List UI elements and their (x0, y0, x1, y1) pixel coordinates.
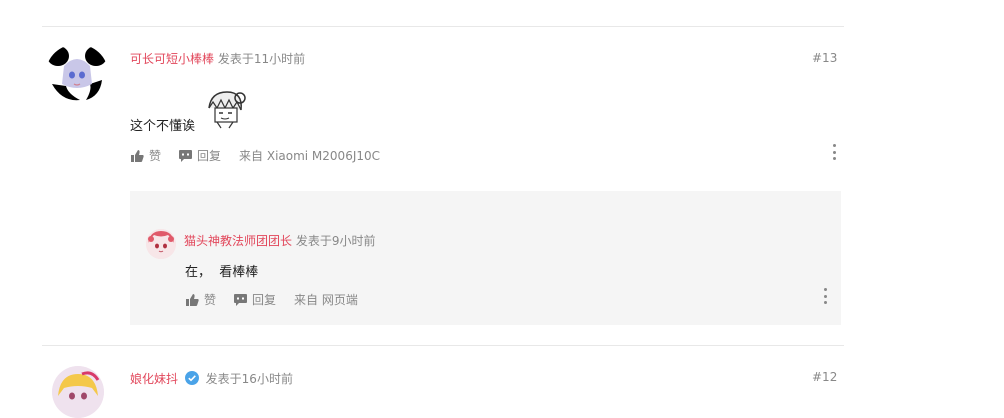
like-button[interactable]: 赞 (186, 291, 216, 308)
username-link[interactable]: 可长可短小棒棒 (130, 52, 214, 66)
comment-divider (42, 26, 844, 27)
floor-number[interactable]: #13 (812, 51, 837, 65)
avatar[interactable] (52, 366, 104, 418)
reply-button[interactable]: 回复 (234, 291, 276, 308)
reply-meta: 猫头神教法师团团长 发表于9小时前 (184, 232, 375, 249)
thumbs-up-icon (131, 149, 144, 162)
comment-text: 这个不懂诶 (130, 119, 196, 134)
reply-button[interactable]: 回复 (179, 147, 221, 164)
username-link[interactable]: 娘化妹抖 (130, 372, 178, 386)
post-time: 发表于11小时前 (217, 52, 306, 66)
reply-label: 回复 (197, 149, 222, 163)
sticker-image (203, 88, 247, 130)
comment-content: 这个不懂诶 (130, 115, 195, 134)
device-source: 来自 Xiaomi M2006J10C (239, 149, 381, 163)
comment-actions: 赞 回复 来自 Xiaomi M2006J10C (131, 147, 380, 164)
device-source: 来自 网页端 (294, 293, 358, 307)
thumbs-up-icon (186, 293, 199, 306)
reply-container: 猫头神教法师团团长 发表于9小时前 在， 看棒棒 赞 回复 来自 网页端 (130, 191, 841, 325)
more-options-icon[interactable] (829, 144, 839, 160)
floor-number[interactable]: #12 (812, 370, 837, 384)
reply-label: 回复 (252, 293, 277, 307)
username-link[interactable]: 猫头神教法师团团长 (184, 234, 292, 248)
reply-text: 在， 看棒棒 (185, 265, 259, 280)
post-time: 发表于9小时前 (295, 234, 376, 248)
verified-badge-icon (184, 371, 199, 385)
reply-actions: 赞 回复 来自 网页端 (186, 291, 358, 308)
reply-bubble-icon (234, 293, 248, 306)
like-label: 赞 (204, 293, 217, 307)
avatar[interactable] (146, 229, 176, 259)
like-label: 赞 (149, 149, 162, 163)
more-options-icon[interactable] (820, 288, 830, 304)
comment-divider (42, 345, 844, 346)
like-button[interactable]: 赞 (131, 147, 161, 164)
comment-meta: 可长可短小棒棒 发表于11小时前 (130, 50, 305, 67)
avatar[interactable] (46, 44, 108, 102)
comment-meta: 娘化妹抖 发表于16小时前 (130, 370, 293, 387)
reply-bubble-icon (179, 149, 193, 162)
post-time: 发表于16小时前 (205, 372, 293, 386)
